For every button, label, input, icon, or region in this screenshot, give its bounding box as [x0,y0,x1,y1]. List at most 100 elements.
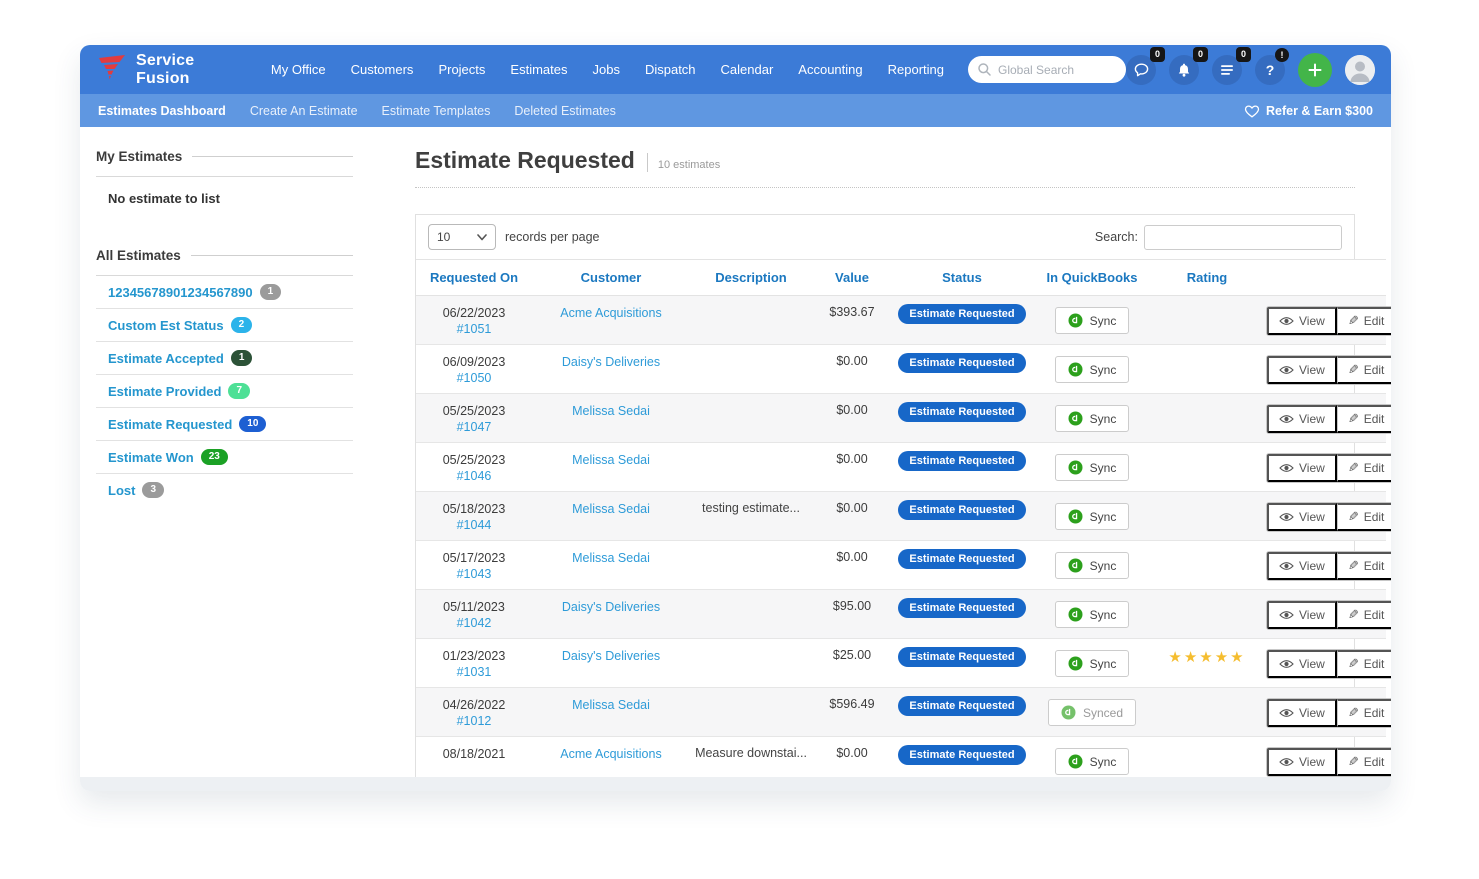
nav-projects[interactable]: Projects [438,62,485,77]
nav-estimates[interactable]: Estimates [510,62,567,77]
sidebar-filter-item[interactable]: Custom Est Status 2 [96,308,353,341]
edit-button[interactable]: ✎ Edit [1336,699,1391,727]
topnav-icons: 0 0 0 ? ! [1126,46,1375,87]
quickbooks-sync-button[interactable]: Sync [1054,650,1130,677]
table-search-input[interactable] [1144,224,1342,250]
customer-link[interactable]: Daisy's Deliveries [562,648,660,664]
view-button[interactable]: View [1267,454,1337,482]
nav-jobs[interactable]: Jobs [592,62,619,77]
estimate-number-link[interactable]: #1051 [457,321,492,337]
edit-button[interactable]: ✎ Edit [1336,454,1391,482]
subnav-estimates-dashboard[interactable]: Estimates Dashboard [98,104,226,118]
customer-link[interactable]: Daisy's Deliveries [562,354,660,370]
estimate-number-link[interactable]: #1046 [457,468,492,484]
quickbooks-sync-button[interactable]: Sync [1054,356,1130,383]
estimate-number-link[interactable]: #1012 [457,713,492,729]
brand-logo[interactable]: Service Fusion [98,52,229,88]
customer-link[interactable]: Melissa Sedai [572,501,650,517]
sidebar-filter-item[interactable]: Estimate Won 23 [96,440,353,473]
view-button[interactable]: View [1267,552,1337,580]
filter-link[interactable]: Estimate Provided [108,384,221,399]
subnav-deleted-estimates[interactable]: Deleted Estimates [514,104,615,118]
filter-link[interactable]: Custom Est Status [108,318,224,333]
edit-button[interactable]: ✎ Edit [1336,356,1391,384]
estimate-number-link[interactable]: #1044 [457,517,492,533]
eye-icon [1279,709,1294,717]
filter-link[interactable]: Estimate Requested [108,417,232,432]
filter-link[interactable]: Estimate Won [108,450,194,465]
view-button[interactable]: View [1267,405,1337,433]
notifications-button[interactable]: 0 [1169,46,1208,85]
nav-calendar[interactable]: Calendar [721,62,774,77]
view-button[interactable]: View [1267,699,1337,727]
customer-link[interactable]: Melissa Sedai [572,452,650,468]
sidebar-filter-item[interactable]: 12345678901234567890 1 [96,276,353,308]
customer-link[interactable]: Melissa Sedai [572,550,650,566]
col-description[interactable]: Description [690,259,812,296]
add-new-button[interactable] [1298,52,1332,87]
estimate-number-link[interactable]: #1050 [457,370,492,386]
customer-link[interactable]: Acme Acquisitions [560,305,661,321]
customer-link[interactable]: Acme Acquisitions [560,746,661,762]
view-button[interactable]: View [1267,748,1337,776]
estimate-number-link[interactable]: #1047 [457,419,492,435]
quickbooks-sync-button[interactable]: Sync [1054,552,1130,579]
estimate-number-link[interactable]: #1042 [457,615,492,631]
tasks-button[interactable]: 0 [1212,46,1251,85]
edit-button[interactable]: ✎ Edit [1336,650,1391,678]
col-customer[interactable]: Customer [532,259,690,296]
sidebar-filter-item[interactable]: Estimate Accepted 1 [96,341,353,374]
quickbooks-icon [1068,558,1083,573]
quickbooks-sync-button[interactable]: Sync [1054,748,1130,775]
view-button[interactable]: View [1267,601,1337,629]
view-button[interactable]: View [1267,650,1337,678]
refer-and-earn-link[interactable]: Refer & Earn $300 [1244,104,1373,118]
nav-dispatch[interactable]: Dispatch [645,62,696,77]
nav-accounting[interactable]: Accounting [798,62,862,77]
nav-reporting[interactable]: Reporting [888,62,944,77]
view-button[interactable]: View [1267,503,1337,531]
edit-button[interactable]: ✎ Edit [1336,405,1391,433]
edit-button[interactable]: ✎ Edit [1336,503,1391,531]
subnav-create-an-estimate[interactable]: Create An Estimate [250,104,358,118]
edit-button[interactable]: ✎ Edit [1336,748,1391,776]
sidebar-filter-item[interactable]: Estimate Provided 7 [96,374,353,407]
quickbooks-sync-button[interactable]: Sync [1054,601,1130,628]
nav-customers[interactable]: Customers [351,62,414,77]
estimate-number-link[interactable]: #1031 [457,664,492,680]
help-button[interactable]: ? ! [1255,47,1289,85]
col-requested-on[interactable]: Requested On [416,259,532,296]
col-status[interactable]: Status [892,259,1032,296]
brand-name: Service Fusion [136,51,195,87]
view-button[interactable]: View [1267,307,1337,335]
nav-my-office[interactable]: My Office [271,62,326,77]
edit-button[interactable]: ✎ Edit [1336,307,1391,335]
col-in-quickbooks[interactable]: In QuickBooks [1032,259,1152,296]
sidebar-filter-item[interactable]: Estimate Requested 10 [96,407,353,440]
my-estimates-section: My Estimates No estimate to list [96,149,353,206]
estimate-number-link[interactable]: #1043 [457,566,492,582]
user-avatar[interactable] [1345,54,1375,85]
quickbooks-sync-button[interactable]: Sync [1054,503,1130,530]
customer-link[interactable]: Melissa Sedai [572,403,650,419]
quickbooks-sync-button[interactable]: Sync [1054,454,1130,481]
customer-link[interactable]: Melissa Sedai [572,697,650,713]
filter-link[interactable]: 12345678901234567890 [108,285,253,300]
edit-button[interactable]: ✎ Edit [1336,601,1391,629]
quickbooks-sync-button[interactable]: Sync [1054,307,1130,334]
filter-link[interactable]: Lost [108,483,135,498]
col-rating[interactable]: Rating [1152,259,1262,296]
sidebar-filter-item[interactable]: Lost 3 [96,473,353,506]
records-per-page-select[interactable]: 10 [428,224,496,250]
sync-label: Sync [1089,558,1117,573]
view-button[interactable]: View [1267,356,1337,384]
quickbooks-sync-button[interactable]: Synced [1047,699,1137,726]
filter-link[interactable]: Estimate Accepted [108,351,224,366]
value-text: $0.00 [836,501,868,515]
edit-button[interactable]: ✎ Edit [1336,552,1391,580]
chat-button[interactable]: 0 [1126,46,1165,85]
subnav-estimate-templates[interactable]: Estimate Templates [382,104,491,118]
col-value[interactable]: Value [812,259,892,296]
customer-link[interactable]: Daisy's Deliveries [562,599,660,615]
quickbooks-sync-button[interactable]: Sync [1054,405,1130,432]
